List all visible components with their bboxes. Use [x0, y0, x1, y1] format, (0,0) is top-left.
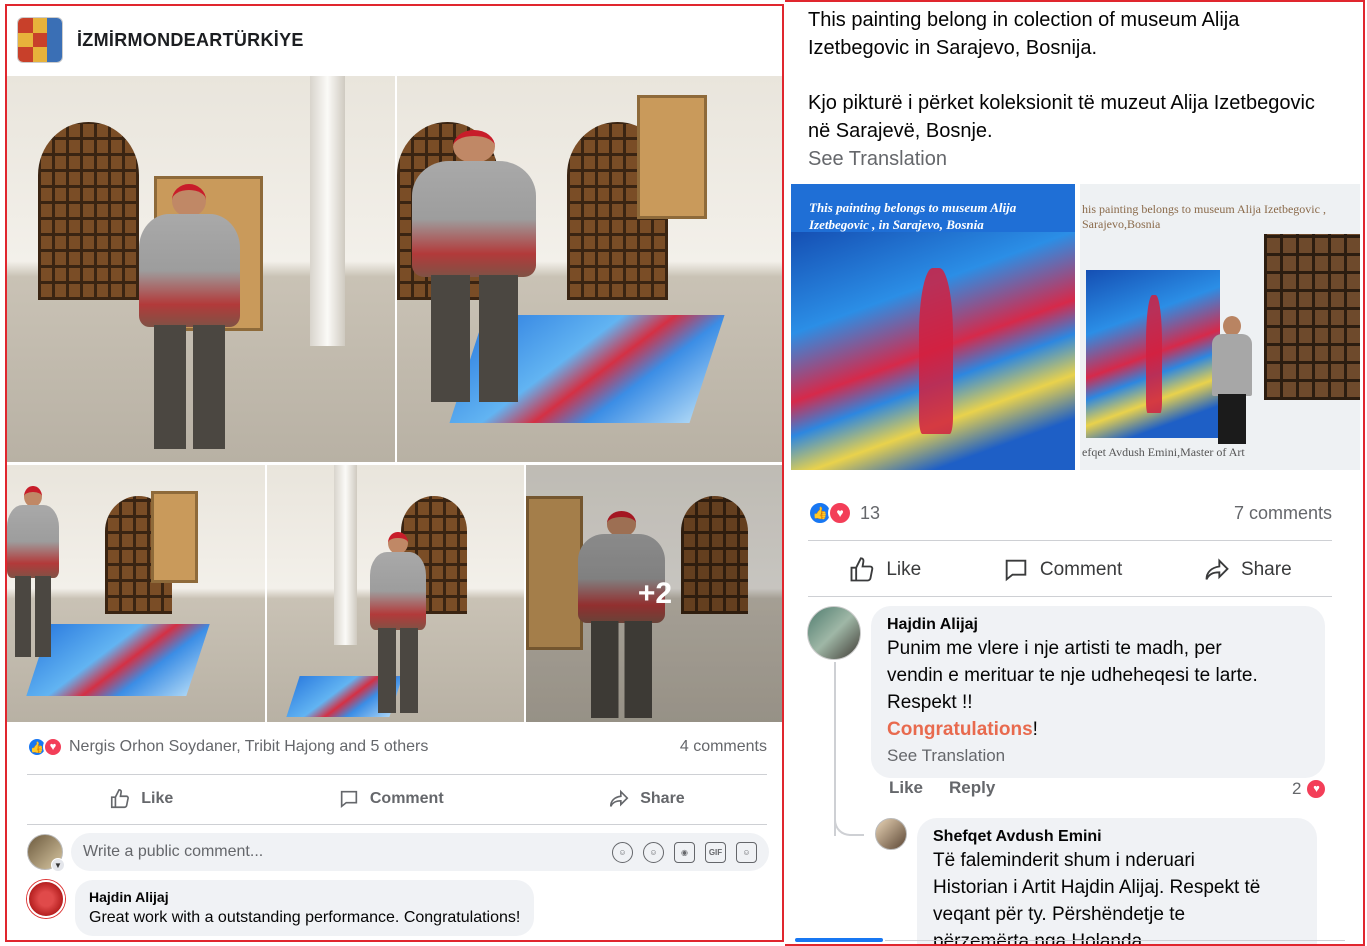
love-reaction-icon: ♥: [43, 737, 63, 757]
divider: [808, 540, 1332, 541]
post-photo-4[interactable]: [267, 465, 524, 722]
like-button[interactable]: Like: [109, 788, 173, 810]
comment-input[interactable]: Write a public comment... ☺ ☺ ◉ GIF ☺: [71, 833, 769, 871]
commenter-avatar[interactable]: [875, 818, 907, 850]
comment-item: Hajdin Alijaj Punim me vlere i nje artis…: [807, 606, 1325, 778]
comment-text-line: Historian i Artit Hajdin Alijaj. Respekt…: [933, 877, 1261, 898]
page-avatar[interactable]: [17, 17, 63, 63]
comment-composer: ▼ Write a public comment... ☺ ☺ ◉ GIF ☺: [27, 832, 769, 872]
post-photo-2[interactable]: [397, 76, 782, 462]
comment-reply-button[interactable]: Reply: [949, 778, 995, 798]
reaction-count[interactable]: 13: [860, 503, 880, 524]
gif-icon[interactable]: GIF: [705, 841, 726, 863]
reactors-text[interactable]: Nergis Orhon Soydaner, Tribit Hajong and…: [69, 738, 428, 756]
like-icon: [111, 789, 130, 809]
commenter-avatar[interactable]: [27, 880, 65, 918]
post-photo-3[interactable]: [7, 465, 265, 722]
comment-text-line: veqant për ty. Përshëndetje te: [933, 904, 1186, 925]
post-photo-5[interactable]: +2: [526, 465, 782, 722]
commenter-avatar[interactable]: [807, 606, 861, 660]
share-icon: [1205, 558, 1229, 580]
photo-grid: +2: [7, 76, 782, 724]
like-button[interactable]: Like: [848, 556, 921, 584]
like-icon: [850, 557, 874, 582]
commenter-name[interactable]: Hajdin Alijaj: [89, 889, 520, 905]
post-action-bar: Like Comment Share: [808, 550, 1332, 590]
share-icon: [610, 789, 629, 807]
comment-label: Comment: [1039, 559, 1123, 580]
commenter-name[interactable]: Shefqet Avdush Emini: [933, 828, 1301, 846]
divider: [27, 774, 767, 775]
left-post-screenshot: İZMİRMONDEARTÜRKİYE +2 👍 ♥ Nergis Orhon …: [5, 4, 784, 942]
comment-actions: Like Reply: [889, 778, 1021, 798]
image-caption: This painting belongs to museum Alija Iz…: [809, 200, 1017, 232]
reply-item: Shefqet Avdush Emini Të faleminderit shu…: [875, 818, 1317, 946]
divider: [27, 824, 767, 825]
comment-bubble: Hajdin Alijaj Great work with a outstand…: [75, 880, 535, 936]
comment-placeholder: Write a public comment...: [83, 843, 264, 860]
scroll-indicator: [795, 938, 883, 942]
sticker-icon[interactable]: ☺: [736, 841, 757, 863]
share-label: Share: [640, 790, 685, 807]
chevron-down-icon[interactable]: ▼: [51, 858, 65, 872]
love-reaction-icon: ♥: [828, 501, 852, 525]
comment-text: Great work with a outstanding performanc…: [89, 909, 521, 926]
comment-button[interactable]: Comment: [1002, 556, 1122, 584]
highlighted-word[interactable]: Congratulations: [887, 719, 1033, 740]
comment-item: Hajdin Alijaj Great work with a outstand…: [27, 880, 535, 936]
page-name[interactable]: İZMİRMONDEARTÜRKİYE: [77, 30, 304, 51]
reactions-summary: 👍 ♥ Nergis Orhon Soydaner, Tribit Hajong…: [27, 734, 767, 760]
comment-bubble: Hajdin Alijaj Punim me vlere i nje artis…: [871, 606, 1325, 778]
comment-count[interactable]: 4 comments: [680, 738, 767, 756]
like-label: Like: [141, 790, 174, 807]
more-photos-count: +2: [637, 576, 673, 610]
see-translation-link[interactable]: See Translation: [887, 746, 1309, 766]
comment-text-line: Respekt !!: [887, 692, 973, 713]
thread-connector: [834, 814, 864, 836]
exclamation: !: [1032, 719, 1038, 740]
share-button[interactable]: Share: [1203, 556, 1292, 584]
post-image-painting[interactable]: This painting belongs to museum Alija Iz…: [791, 184, 1075, 470]
more-photos-overlay[interactable]: +2: [526, 465, 782, 722]
like-label: Like: [886, 559, 922, 580]
comment-count[interactable]: 7 comments: [1234, 503, 1332, 524]
comment-bubble: Shefqet Avdush Emini Të faleminderit shu…: [917, 818, 1317, 946]
emoji-icon[interactable]: ☺: [643, 841, 664, 863]
share-button[interactable]: Share: [608, 788, 685, 810]
image-caption: his painting belongs to museum Alija Ize…: [1082, 202, 1326, 231]
post-action-bar: Like Comment Share: [27, 780, 767, 818]
comment-text-line: Të faleminderit shum i nderuari: [933, 850, 1195, 871]
post-text-english: This painting belong in colection of mus…: [808, 9, 1240, 59]
love-reaction-icon: ♥: [1305, 778, 1328, 800]
comment-reaction-number: 2: [1292, 779, 1302, 798]
comment-label: Comment: [369, 790, 444, 807]
post-text: This painting belong in colection of mus…: [808, 6, 1338, 173]
page-header: İZMİRMONDEARTÜRKİYE: [17, 16, 304, 64]
post-text-albanian: Kjo pikturë i përket koleksionit të muze…: [808, 92, 1315, 142]
comment-text-line: përzemërta nga Holanda: [933, 931, 1143, 946]
commenter-name[interactable]: Hajdin Alijaj: [887, 616, 1309, 634]
comment-icon: [1005, 559, 1027, 582]
image-footer: efqet Avdush Emini,Master of Art: [1082, 445, 1245, 459]
reactions-summary: 👍 ♥ 13 7 comments: [808, 500, 1332, 526]
post-photo-1[interactable]: [7, 76, 395, 462]
comment-text-line: vendin e merituar te nje udheheqesi te l…: [887, 665, 1258, 686]
divider: [885, 940, 1345, 941]
comment-icon: [340, 790, 358, 809]
camera-icon[interactable]: ◉: [674, 841, 695, 863]
post-image-exhibit[interactable]: his painting belongs to museum Alija Ize…: [1080, 184, 1360, 470]
see-translation-link[interactable]: See Translation: [808, 145, 1338, 173]
right-post-screenshot: This painting belong in colection of mus…: [785, 0, 1365, 946]
comment-like-button[interactable]: Like: [889, 778, 923, 798]
comment-button[interactable]: Comment: [338, 788, 444, 810]
divider: [808, 596, 1332, 597]
comment-reaction-count[interactable]: 2 ♥: [1292, 778, 1328, 800]
comment-text-line: Punim me vlere i nje artisti te madh, pe…: [887, 638, 1222, 659]
avatar-sticker-icon[interactable]: ☺: [612, 841, 633, 863]
comment-text-line: Congratulations!: [887, 717, 1309, 742]
share-label: Share: [1240, 559, 1292, 580]
current-user-avatar[interactable]: ▼: [27, 834, 65, 872]
